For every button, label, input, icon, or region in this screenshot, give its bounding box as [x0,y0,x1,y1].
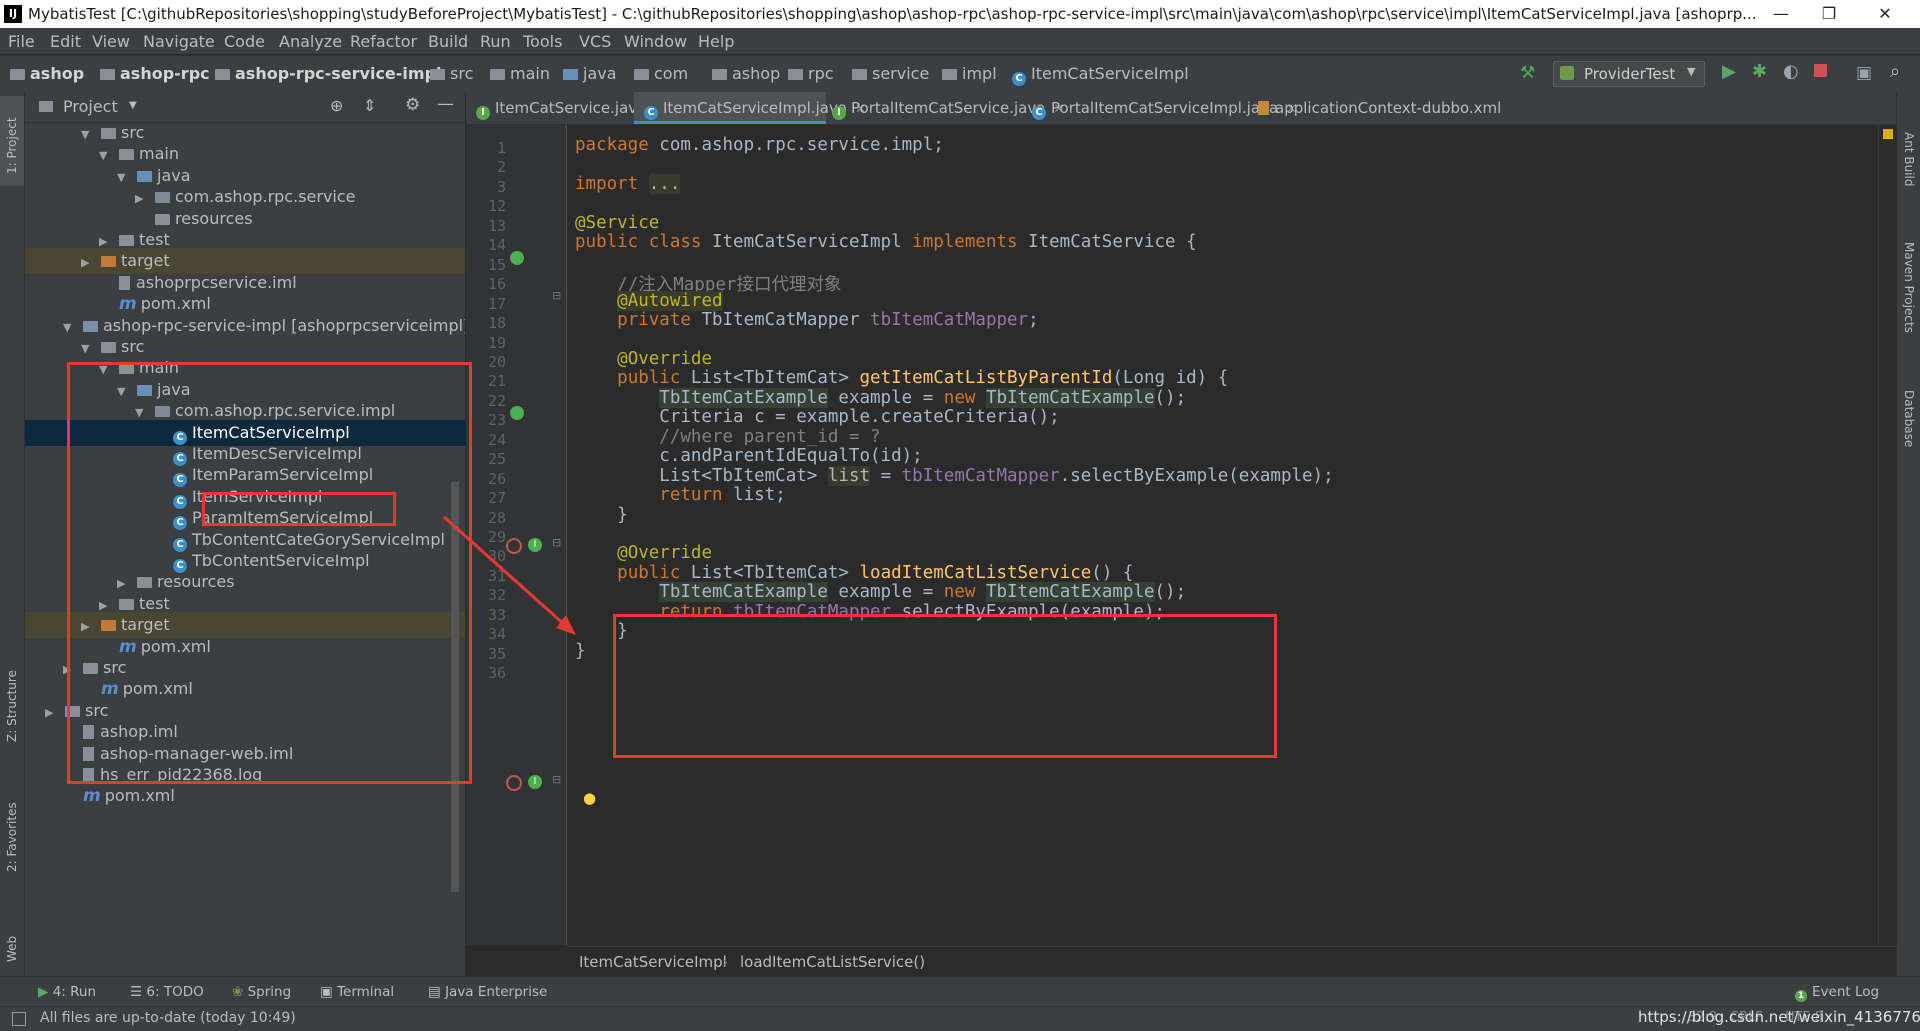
annotation-arrow-line [443,515,567,628]
annotation-arrow [443,515,576,635]
